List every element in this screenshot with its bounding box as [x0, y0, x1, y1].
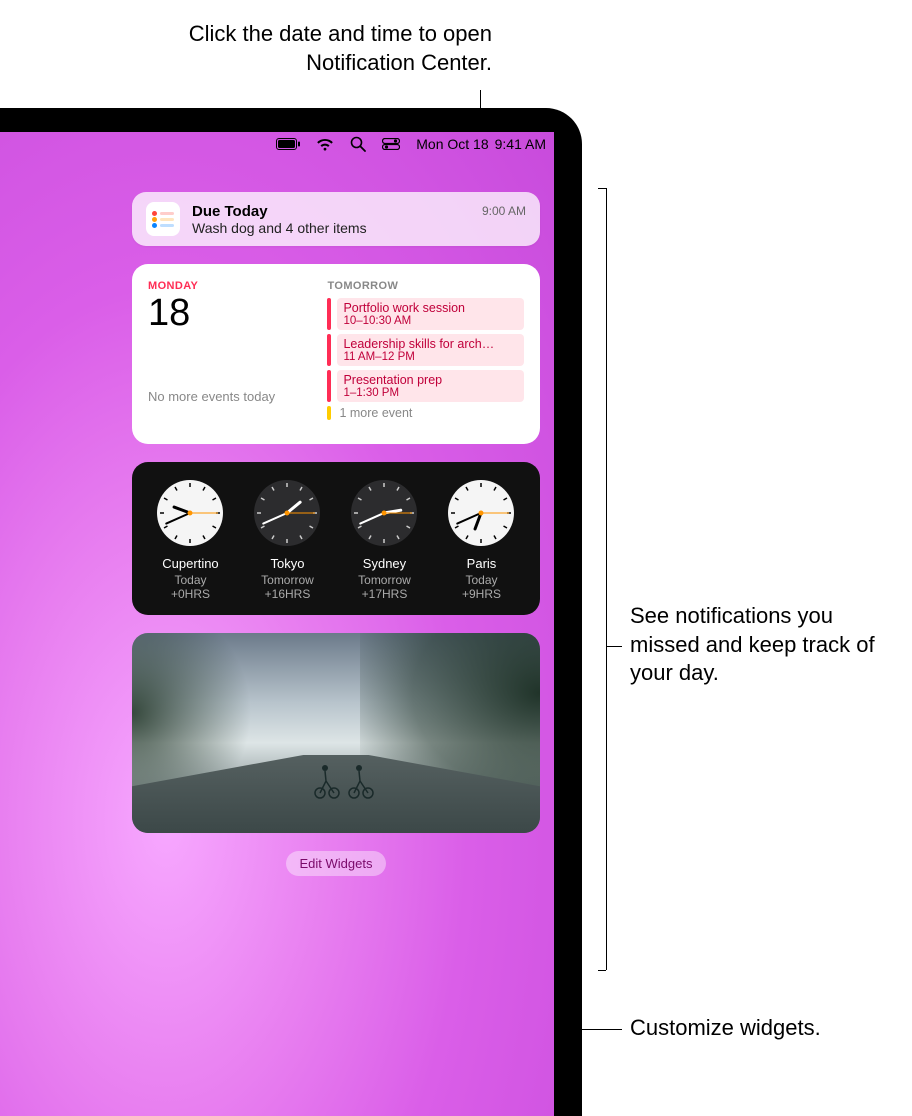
clock-city: Cupertino: [144, 556, 237, 571]
notification-center: Due Today Wash dog and 4 other items 9:0…: [132, 192, 540, 876]
callout-bracket: [606, 188, 607, 970]
photos-widget[interactable]: [132, 633, 540, 833]
clock-item: Sydney Tomorrow+17HRS: [338, 478, 431, 601]
calendar-tomorrow-label: TOMORROW: [327, 280, 524, 292]
notification-subtitle: Wash dog and 4 other items: [192, 220, 470, 236]
notification-time: 9:00 AM: [482, 204, 526, 218]
callout-bracket-tick: [598, 970, 606, 971]
clock-face-icon: [252, 478, 322, 548]
menubar-datetime[interactable]: Mon Oct 18 9:41 AM: [416, 136, 546, 152]
menubar-time: 9:41 AM: [495, 136, 546, 152]
calendar-event: Presentation prep1–1:30 PM: [327, 370, 524, 402]
calendar-date-number: 18: [148, 294, 313, 332]
clock-face-icon: [446, 478, 516, 548]
event-time: 11 AM–12 PM: [343, 351, 518, 363]
control-center-icon[interactable]: [382, 138, 400, 150]
event-color-bar: [327, 298, 331, 330]
callout-top: Click the date and time to open Notifica…: [142, 20, 492, 77]
notification-card[interactable]: Due Today Wash dog and 4 other items 9:0…: [132, 192, 540, 246]
clock-offset: +17HRS: [338, 587, 431, 601]
calendar-no-events-text: No more events today: [148, 389, 313, 432]
spotlight-search-icon[interactable]: [350, 136, 366, 152]
menubar: Mon Oct 18 9:41 AM: [276, 132, 546, 156]
reminders-app-icon: [146, 202, 180, 236]
event-color-bar: [327, 370, 331, 402]
event-color-bar: [327, 334, 331, 366]
clock-face-icon: [155, 478, 225, 548]
calendar-more-events: 1 more event: [327, 406, 524, 420]
event-title: Portfolio work session: [343, 301, 518, 315]
callout-bracket-tick: [598, 188, 606, 189]
photo-cyclist-icon: [346, 759, 376, 799]
event-title: Leadership skills for arch…: [343, 337, 518, 351]
callout-bottom: Customize widgets.: [630, 1014, 821, 1043]
event-time: 1–1:30 PM: [343, 387, 518, 399]
clock-city: Paris: [435, 556, 528, 571]
menubar-date: Mon Oct 18: [416, 136, 488, 152]
clock-offset: +9HRS: [435, 587, 528, 601]
clock-day: Tomorrow: [241, 573, 334, 587]
notification-title: Due Today: [192, 203, 470, 220]
clock-face-icon: [349, 478, 419, 548]
clock-item: Cupertino Today+0HRS: [144, 478, 237, 601]
clock-day: Today: [435, 573, 528, 587]
event-time: 10–10:30 AM: [343, 315, 518, 327]
calendar-widget[interactable]: MONDAY 18 No more events today TOMORROW …: [132, 264, 540, 444]
wifi-icon: [316, 138, 334, 151]
calendar-more-pill: [327, 406, 331, 420]
clock-city: Sydney: [338, 556, 431, 571]
clock-item: Tokyo Tomorrow+16HRS: [241, 478, 334, 601]
calendar-more-text: 1 more event: [339, 406, 412, 420]
laptop-frame: Mon Oct 18 9:41 AM Due Today Wash dog an…: [0, 108, 582, 1116]
battery-icon: [276, 138, 300, 150]
world-clock-widget[interactable]: CupertinoToday+0HRSTokyoTomorrow+16HRSSy…: [132, 462, 540, 615]
photo-cyclist-icon: [312, 759, 342, 799]
desktop: Mon Oct 18 9:41 AM Due Today Wash dog an…: [0, 132, 554, 1116]
callout-right: See notifications you missed and keep tr…: [630, 602, 900, 688]
clock-day: Tomorrow: [338, 573, 431, 587]
edit-widgets-button[interactable]: Edit Widgets: [286, 851, 387, 876]
clock-day: Today: [144, 573, 237, 587]
calendar-day-label: MONDAY: [148, 280, 313, 292]
clock-offset: +16HRS: [241, 587, 334, 601]
calendar-event: Leadership skills for arch…11 AM–12 PM: [327, 334, 524, 366]
clock-item: Paris Today+9HRS: [435, 478, 528, 601]
event-title: Presentation prep: [343, 373, 518, 387]
calendar-event: Portfolio work session10–10:30 AM: [327, 298, 524, 330]
clock-city: Tokyo: [241, 556, 334, 571]
clock-offset: +0HRS: [144, 587, 237, 601]
callout-bracket-stem: [606, 646, 622, 647]
